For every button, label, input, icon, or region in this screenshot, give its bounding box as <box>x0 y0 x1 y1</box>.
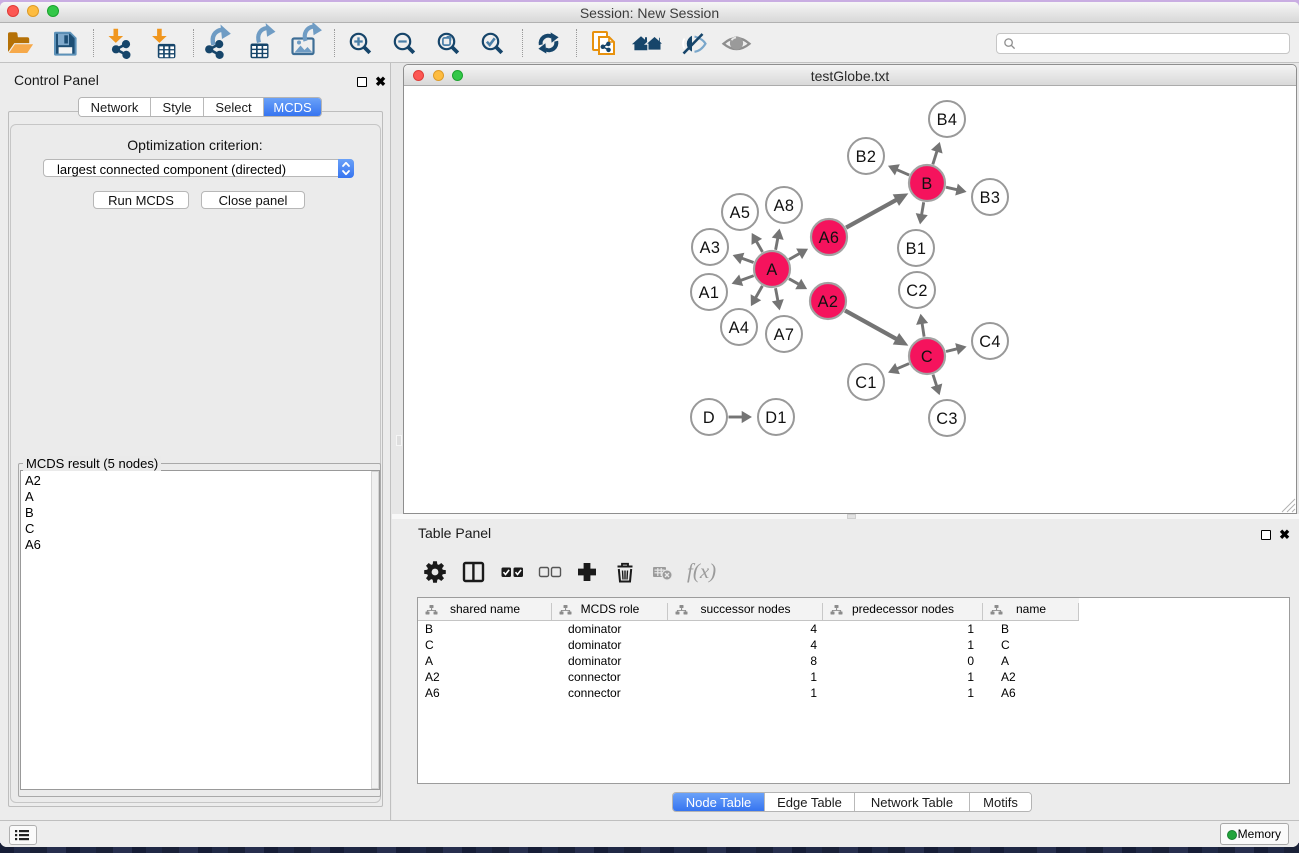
svg-text:D1: D1 <box>765 409 787 427</box>
svg-text:A4: A4 <box>729 319 750 337</box>
svg-text:B4: B4 <box>937 111 958 129</box>
svg-text:B3: B3 <box>980 189 1001 207</box>
svg-text:B: B <box>921 175 932 193</box>
svg-text:B2: B2 <box>856 148 877 166</box>
svg-text:A6: A6 <box>819 229 840 247</box>
svg-text:D: D <box>703 409 715 427</box>
svg-text:A1: A1 <box>699 284 720 302</box>
svg-text:C4: C4 <box>979 333 1001 351</box>
svg-text:A3: A3 <box>700 239 721 257</box>
svg-text:B1: B1 <box>906 240 927 258</box>
svg-text:A: A <box>766 261 777 279</box>
svg-text:A2: A2 <box>818 293 839 311</box>
svg-text:A5: A5 <box>730 204 751 222</box>
svg-text:A8: A8 <box>774 197 795 215</box>
svg-text:A7: A7 <box>774 326 795 344</box>
svg-text:C1: C1 <box>855 374 877 392</box>
svg-text:C3: C3 <box>936 410 958 428</box>
svg-text:C2: C2 <box>906 282 928 300</box>
svg-text:f(x): f(x) <box>687 559 716 583</box>
svg-text:C: C <box>921 348 933 366</box>
